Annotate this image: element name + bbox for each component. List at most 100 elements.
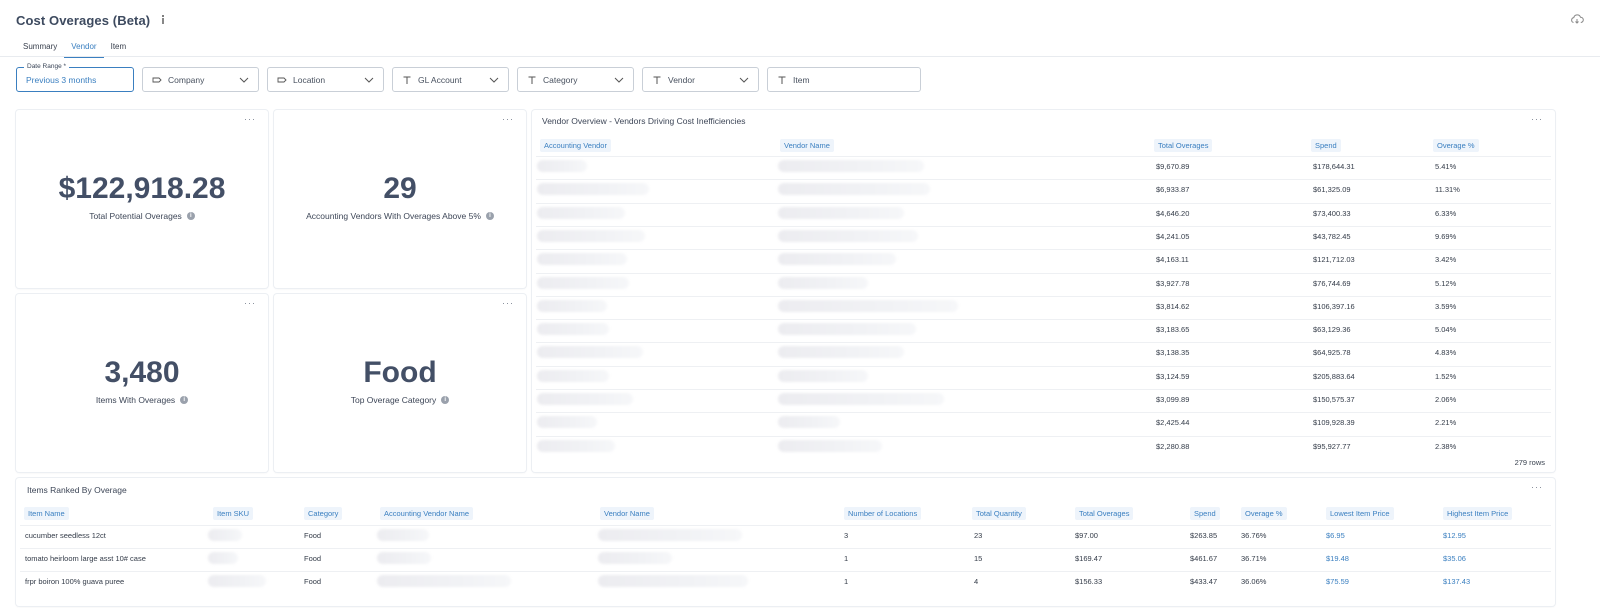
more-options-icon[interactable]: ··· [1531,482,1543,492]
info-icon[interactable] [158,14,168,26]
column-header-vendor-name[interactable]: Vendor Name [780,139,834,152]
column-header-number-of-locations[interactable]: Number of Locations [844,507,922,520]
spend-cell: $109,928.39 [1313,418,1355,428]
tab-vendor[interactable]: Vendor [64,38,104,58]
text-type-icon [528,76,536,84]
more-options-icon[interactable]: ··· [502,298,514,308]
category-filter[interactable]: Category [517,67,634,92]
column-header-overage-pct[interactable]: Overage % [1241,507,1287,520]
kpi-label: Items With Overages i [16,395,268,405]
info-icon[interactable]: i [180,396,189,404]
row-count: 279 rows [1514,458,1545,467]
row-divider [536,202,1551,204]
column-header-accounting-vendor[interactable]: Accounting Vendor [540,139,611,152]
info-icon[interactable]: i [485,212,494,220]
redacted-vendor-name [778,416,840,429]
redacted-vendor-name [778,206,904,219]
redacted-accounting-vendor [537,183,649,196]
total-overages-cell: $156.33 [1075,577,1103,586]
lowest-item-price-cell[interactable]: $6.95 [1326,531,1345,540]
total-overages-cell: $9,670.89 [1156,162,1190,171]
company-filter[interactable]: Company [142,67,259,92]
redacted-vendor-name [778,299,958,312]
tab-item[interactable]: Item [104,38,134,58]
total-overages-cell: $6,933.87 [1156,185,1190,195]
item-name-cell: cucumber seedless 12ct [25,531,106,540]
redacted-accounting-vendor [537,276,629,289]
category-filter-label: Category [543,74,578,85]
total-overages-cell: $2,425.44 [1156,418,1190,428]
row-divider [536,272,1551,274]
column-header-lowest-item-price[interactable]: Lowest Item Price [1326,507,1394,520]
total-overages-cell: $2,280.88 [1156,441,1190,451]
spend-cell: $121,712.03 [1313,255,1355,265]
item-filter[interactable]: Item [767,67,921,92]
overage-pct-cell: 3.59% [1435,301,1457,311]
kpi-value: $122,918.28 [58,172,226,205]
column-header-highest-item-price[interactable]: Highest Item Price [1443,507,1513,520]
kpi-card-items-with-overages: ··· 3,480 Items With Overages i [16,294,268,472]
kpi-label-text: Total Potential Overages [89,211,182,221]
tag-icon [277,77,287,82]
row-divider [536,225,1551,227]
overage-pct-cell: 2.38% [1435,441,1457,451]
overage-pct-cell: 3.42% [1435,255,1457,265]
highest-item-price-cell[interactable]: $137.43 [1443,577,1470,586]
redacted-vendor-name [778,229,918,242]
column-header-vendor-name[interactable]: Vendor Name [600,507,654,520]
kpi-card-total-overages: ··· $122,918.28 Total Potential Overages… [16,110,268,288]
column-header-item-name[interactable]: Item Name [24,507,69,520]
kpi-label-text: Top Overage Category [350,395,437,405]
column-header-accounting-vendor-name[interactable]: Accounting Vendor Name [380,507,474,520]
column-header-spend[interactable]: Spend [1311,139,1341,152]
redacted-vendor-name [778,323,916,336]
item-filter-label: Item [793,74,810,85]
column-header-total-overages[interactable]: Total Overages [1154,139,1213,152]
lowest-item-price-cell[interactable]: $75.59 [1326,577,1349,586]
more-options-icon[interactable]: ··· [502,114,514,124]
total-overages-cell: $3,183.65 [1156,325,1190,335]
redacted-accounting-vendor [537,323,609,336]
vendor-filter[interactable]: Vendor [642,67,759,92]
text-type-icon [403,76,411,84]
highest-item-price-cell[interactable]: $35.06 [1443,554,1466,563]
info-icon[interactable]: i [186,212,195,220]
spend-cell: $150,575.37 [1313,395,1355,404]
more-options-icon[interactable]: ··· [244,298,256,308]
lowest-item-price-cell[interactable]: $19.48 [1326,554,1349,563]
total-overages-cell: $3,099.89 [1156,395,1190,404]
more-options-icon[interactable]: ··· [244,114,256,124]
total-overages-cell: $3,927.78 [1156,278,1190,288]
more-options-icon[interactable]: ··· [1531,114,1543,124]
date-range-label: Date Range * [24,63,70,70]
column-header-item-sku[interactable]: Item SKU [213,507,254,520]
redacted-item-sku [208,529,242,541]
location-filter[interactable]: Location [267,67,384,92]
total-overages-cell: $97.00 [1075,531,1098,540]
redacted-vendor-name [598,529,742,541]
spend-cell: $205,883.64 [1313,371,1355,381]
redacted-vendor-name [598,575,748,587]
column-header-spend[interactable]: Spend [1190,507,1220,520]
column-header-category[interactable]: Category [304,507,343,520]
row-divider [536,435,1551,437]
highest-item-price-cell[interactable]: $12.95 [1443,531,1466,540]
cloud-icon[interactable] [1570,13,1584,25]
text-type-icon [778,76,786,84]
redacted-vendor-name [778,253,896,266]
overage-pct-cell: 36.71% [1241,554,1267,563]
gl-account-filter[interactable]: GL Account [392,67,509,92]
row-divider [536,249,1551,251]
column-header-overage-pct[interactable]: Overage % [1433,139,1479,152]
date-range-filter[interactable]: Date Range * Previous 3 months [16,63,134,92]
spend-cell: $461.67 [1190,554,1218,563]
column-header-total-overages[interactable]: Total Overages [1075,507,1134,520]
column-header-total-quantity[interactable]: Total Quantity [972,507,1026,520]
info-icon[interactable]: i [441,396,450,404]
row-divider [20,548,1551,549]
overage-pct-cell: 5.12% [1435,278,1457,288]
tab-summary[interactable]: Summary [16,38,64,58]
kpi-value: Food [363,356,437,389]
overage-pct-cell: 2.06% [1435,395,1457,404]
category-cell: Food [304,554,322,563]
